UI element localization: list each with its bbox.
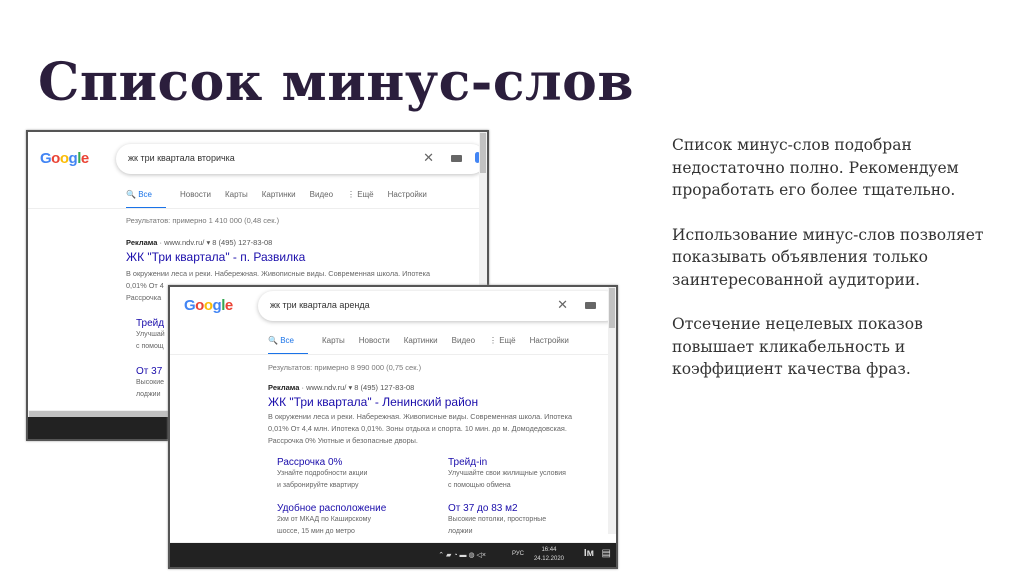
note: Использование минус-слов позволяет показ… bbox=[672, 225, 984, 289]
ad-line: Реклама · www.ndv.ru/ ▾ 8 (495) 127-83-0… bbox=[268, 383, 415, 392]
sitelink[interactable]: От 37 до 83 м2 Высокие потолки, просторны… bbox=[448, 503, 546, 538]
ad-headline[interactable]: ЖК "Три квартала" - Ленинский район bbox=[268, 395, 478, 409]
tab-all[interactable]: 🔍 Все bbox=[126, 190, 166, 209]
sitelink[interactable]: От 37 Высокие лоджии bbox=[136, 366, 164, 401]
google-logo: Google bbox=[184, 297, 233, 314]
clear-icon[interactable]: ✕ bbox=[423, 150, 434, 166]
tab-images[interactable]: Картинки bbox=[404, 336, 438, 345]
slide-title: Список минус-слов bbox=[38, 52, 634, 113]
app-icon[interactable]: Iм bbox=[584, 548, 594, 559]
note: Список минус-слов подобран недостаточно … bbox=[672, 136, 959, 199]
note: Отсечение нецелевых показов повышает кли… bbox=[672, 315, 923, 378]
taskbar: ⌃ ▰ ◔ ▬ ◍ ◁× РУС 16:44 24.12.2020 Iм ▤ bbox=[170, 543, 616, 567]
results-count: Результатов: примерно 8 990 000 (0,75 се… bbox=[268, 363, 422, 372]
ad-line: Реклама · www.ndv.ru/ ▾ 8 (495) 127-83-0… bbox=[126, 238, 273, 247]
sitelink[interactable]: Удобное расположение 2км от МКАД по Кашир… bbox=[277, 503, 386, 538]
search-input[interactable]: жк три квартала вторичка ✕ bbox=[116, 144, 486, 174]
clear-icon[interactable]: ✕ bbox=[557, 297, 568, 313]
tab-video[interactable]: Видео bbox=[310, 190, 333, 199]
ad-description: В окружении леса и реки. Набережная. Жив… bbox=[268, 412, 573, 445]
google-logo: Google bbox=[40, 150, 89, 167]
tab-news[interactable]: Новости bbox=[359, 336, 390, 345]
search-query: жк три квартала аренда bbox=[270, 300, 370, 310]
search-query: жк три квартала вторичка bbox=[128, 153, 235, 163]
slide-notes: Список минус-слов подобран недостаточно … bbox=[672, 134, 1002, 403]
tab-maps[interactable]: Карты bbox=[322, 336, 345, 345]
keyboard-icon[interactable] bbox=[585, 302, 596, 309]
keyboard-icon[interactable] bbox=[451, 155, 462, 162]
tab-images[interactable]: Картинки bbox=[262, 190, 296, 199]
sitelink[interactable]: Трейд Улучшай с помощ bbox=[136, 318, 165, 353]
search-input[interactable]: жк три квартала аренда ✕ bbox=[258, 291, 616, 321]
tab-more[interactable]: ⋮ Ещё bbox=[489, 336, 516, 345]
results-count: Результатов: примерно 1 410 000 (0,48 се… bbox=[126, 216, 280, 225]
ad-headline[interactable]: ЖК "Три квартала" - п. Развилка bbox=[126, 250, 305, 264]
clock[interactable]: 16:44 24.12.2020 bbox=[534, 546, 564, 564]
screenshot-search-2: Google жк три квартала аренда ✕ 🔍 Все Карт… bbox=[168, 285, 618, 569]
search-tabs: 🔍 Все Новости Карты Картинки Видео ⋮ Ещё Настр… bbox=[126, 190, 441, 209]
sitelink[interactable]: Трейд-in Улучшайте свои жилищные условия с… bbox=[448, 457, 566, 492]
notifications-icon[interactable]: ▤ bbox=[602, 548, 611, 559]
tab-all[interactable]: 🔍 Все bbox=[268, 336, 308, 355]
language-indicator[interactable]: РУС bbox=[512, 551, 524, 557]
tab-news[interactable]: Новости bbox=[180, 190, 211, 199]
search-tabs: 🔍 Все Карты Новости Картинки Видео ⋮ Ещё Настр… bbox=[268, 336, 583, 355]
tab-more[interactable]: ⋮ Ещё bbox=[347, 190, 374, 199]
tab-video[interactable]: Видео bbox=[452, 336, 475, 345]
sitelink[interactable]: Рассрочка 0% Узнайте подробности акции и з… bbox=[277, 457, 367, 492]
tray-icons[interactable]: ⌃ ▰ ◔ ▬ ◍ ◁× bbox=[438, 551, 486, 559]
tab-settings[interactable]: Настройки bbox=[530, 336, 569, 345]
vertical-scrollbar[interactable] bbox=[608, 287, 616, 534]
tab-maps[interactable]: Карты bbox=[225, 190, 248, 199]
tab-settings[interactable]: Настройки bbox=[388, 190, 427, 199]
